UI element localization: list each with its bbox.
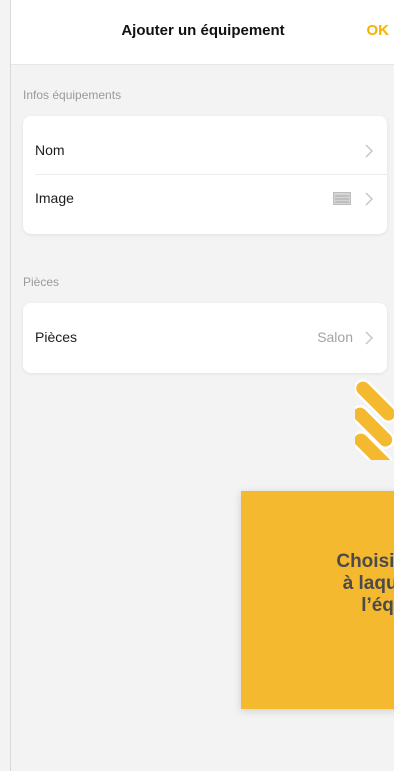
chevron-right-icon <box>365 144 374 158</box>
tutorial-text: Choisissez à laquelle l’équi <box>241 551 394 617</box>
image-icon <box>333 192 351 205</box>
infos-card: Nom Image <box>23 116 387 234</box>
page-title: Ajouter un équipement <box>121 22 285 39</box>
tutorial-tooltip: Choisissez à laquelle l’équi <box>241 491 394 709</box>
top-bar: Ajouter un équipement OK <box>11 0 394 65</box>
rooms-section-label: Pièces <box>23 275 60 289</box>
tutorial-line-1: Choisissez <box>336 551 394 572</box>
name-label: Nom <box>35 142 65 158</box>
image-row[interactable]: Image <box>23 175 387 223</box>
name-row[interactable]: Nom <box>23 127 387 175</box>
room-value: Salon <box>317 329 353 345</box>
pointing-hand-icon <box>355 379 394 460</box>
chevron-right-icon <box>365 192 374 206</box>
tutorial-line-2: à laquelle <box>342 573 394 594</box>
room-row[interactable]: Pièces Salon <box>23 314 387 362</box>
rooms-card: Pièces Salon <box>23 303 387 373</box>
infos-section-label: Infos équipements <box>23 88 122 102</box>
room-label: Pièces <box>35 329 78 345</box>
image-label: Image <box>35 190 74 206</box>
ok-button[interactable]: OK <box>367 22 390 39</box>
tutorial-line-3: l’équi <box>361 595 394 616</box>
chevron-right-icon <box>365 331 374 345</box>
